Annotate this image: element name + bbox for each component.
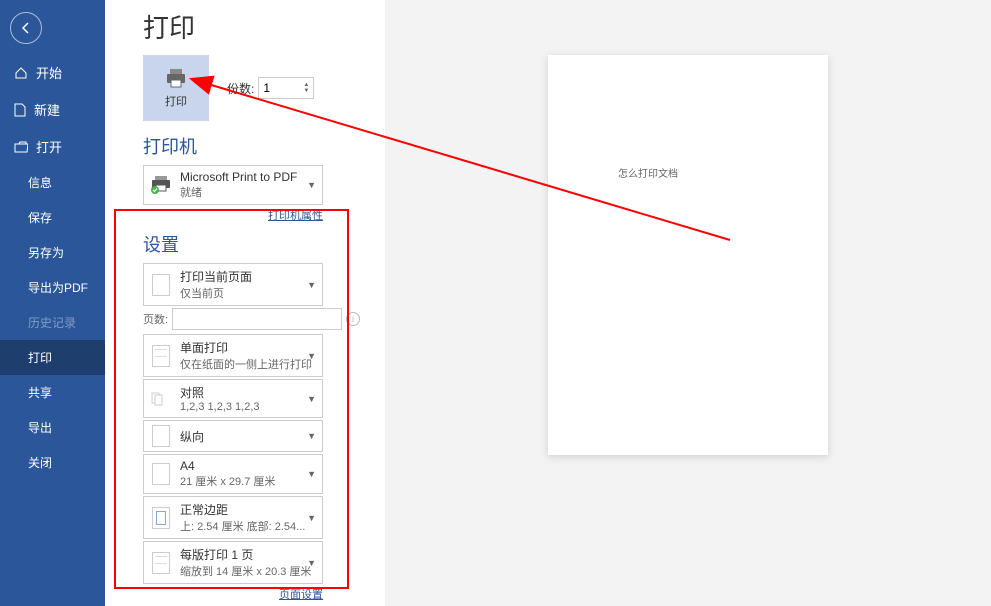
printer-status: 就绪 [180,184,316,200]
chevron-down-icon: ▼ [307,513,316,523]
sidebar-item-close[interactable]: 关闭 [0,445,105,480]
sidebar-item-export-pdf[interactable]: 导出为PDF [0,270,105,305]
copies-spinner[interactable]: ▲▼ [303,82,309,94]
sidebar-label: 导出 [28,419,52,436]
paper-sub: 21 厘米 x 29.7 厘米 [180,473,316,489]
collation-main: 对照 [180,384,316,401]
settings-section-title: 设置 [143,231,360,257]
page-icon [152,274,170,296]
sidebar-label: 打开 [36,137,62,156]
collation-sub: 1,2,3 1,2,3 1,2,3 [180,401,316,413]
file-icon [14,103,26,117]
sidebar-item-share[interactable]: 共享 [0,375,105,410]
sidebar-item-history: 历史记录 [0,305,105,340]
printer-icon [164,67,188,89]
sidebar-label: 导出为PDF [28,279,88,296]
printer-name: Microsoft Print to PDF [180,170,316,184]
sidebar-label: 打印 [28,349,52,366]
printer-ready-icon [150,175,172,195]
preview-page: 怎么打印文档 [548,55,828,455]
main-area: 打印 打印 份数: 1 ▲▼ 打印机 [105,0,991,606]
sides-dropdown[interactable]: 单面打印 仅在纸面的一侧上进行打印 ▼ [143,334,323,377]
margins-icon [152,507,170,529]
sides-sub: 仅在纸面的一侧上进行打印 [180,356,316,372]
single-side-icon [152,345,170,367]
printer-section-title: 打印机 [143,133,360,159]
chevron-down-icon: ▼ [307,431,316,441]
sidebar-label: 另存为 [28,244,64,261]
margins-sub: 上: 2.54 厘米 底部: 2.54... [180,518,316,534]
sidebar-label: 共享 [28,384,52,401]
pps-sub: 缩放到 14 厘米 x 20.3 厘米 [180,563,316,579]
sidebar-label: 历史记录 [28,314,76,331]
print-button-label: 打印 [165,93,187,109]
paper-dropdown[interactable]: A4 21 厘米 x 29.7 厘米 ▼ [143,454,323,494]
sidebar-label: 新建 [34,100,60,119]
print-range-dropdown[interactable]: 打印当前页面 仅当前页 ▼ [143,263,323,306]
chevron-down-icon: ▼ [307,280,316,290]
sidebar-item-saveas[interactable]: 另存为 [0,235,105,270]
info-icon[interactable]: i [346,312,360,326]
print-button[interactable]: 打印 [143,55,209,121]
sides-main: 单面打印 [180,339,316,356]
sidebar-label: 信息 [28,174,52,191]
pages-input[interactable] [172,308,342,330]
back-button[interactable] [10,12,42,44]
sidebar-label: 关闭 [28,454,52,471]
page-setup-link[interactable]: 页面设置 [143,586,323,602]
sidebar-item-export[interactable]: 导出 [0,410,105,445]
orientation-dropdown[interactable]: 纵向 ▼ [143,420,323,452]
collation-icon [150,390,172,408]
sidebar-item-open[interactable]: 打开 [0,128,105,165]
home-icon [14,66,28,80]
printer-dropdown[interactable]: Microsoft Print to PDF 就绪 ▼ [143,165,323,205]
paper-main: A4 [180,459,316,473]
portrait-icon [152,425,170,447]
collation-dropdown[interactable]: 对照 1,2,3 1,2,3 1,2,3 ▼ [143,379,323,418]
copies-value: 1 [263,81,270,95]
sidebar-item-info[interactable]: 信息 [0,165,105,200]
chevron-down-icon: ▼ [307,469,316,479]
settings-panel: 打印 打印 份数: 1 ▲▼ 打印机 [105,0,385,606]
preview-panel: 怎么打印文档 [385,0,991,606]
printer-properties-link[interactable]: 打印机属性 [143,207,323,223]
sidebar: 开始 新建 打开 信息 保存 另存为 导出为PDF 历史记录 打印 共享 导出 … [0,0,105,606]
chevron-down-icon: ▼ [307,351,316,361]
sidebar-item-home[interactable]: 开始 [0,54,105,91]
chevron-down-icon: ▼ [307,394,316,404]
sidebar-item-save[interactable]: 保存 [0,200,105,235]
pages-label: 页数: [143,311,168,327]
pages-per-sheet-dropdown[interactable]: 每版打印 1 页 缩放到 14 厘米 x 20.3 厘米 ▼ [143,541,323,584]
margins-main: 正常边距 [180,501,316,518]
pps-main: 每版打印 1 页 [180,546,316,563]
page-title: 打印 [143,8,360,45]
chevron-down-icon: ▼ [307,180,316,190]
chevron-down-icon: ▼ [307,558,316,568]
pages-per-sheet-icon [152,552,170,574]
back-arrow-icon [19,21,33,35]
paper-icon [152,463,170,485]
print-range-main: 打印当前页面 [180,268,316,285]
margins-dropdown[interactable]: 正常边距 上: 2.54 厘米 底部: 2.54... ▼ [143,496,323,539]
sidebar-label: 开始 [36,63,62,82]
sidebar-item-print[interactable]: 打印 [0,340,105,375]
orientation-main: 纵向 [180,428,316,445]
sidebar-label: 保存 [28,209,52,226]
sidebar-item-new[interactable]: 新建 [0,91,105,128]
preview-document-text: 怎么打印文档 [618,165,678,180]
folder-open-icon [14,141,28,153]
print-range-sub: 仅当前页 [180,285,316,301]
copies-input[interactable]: 1 ▲▼ [258,77,314,99]
copies-label: 份数: [227,80,254,97]
